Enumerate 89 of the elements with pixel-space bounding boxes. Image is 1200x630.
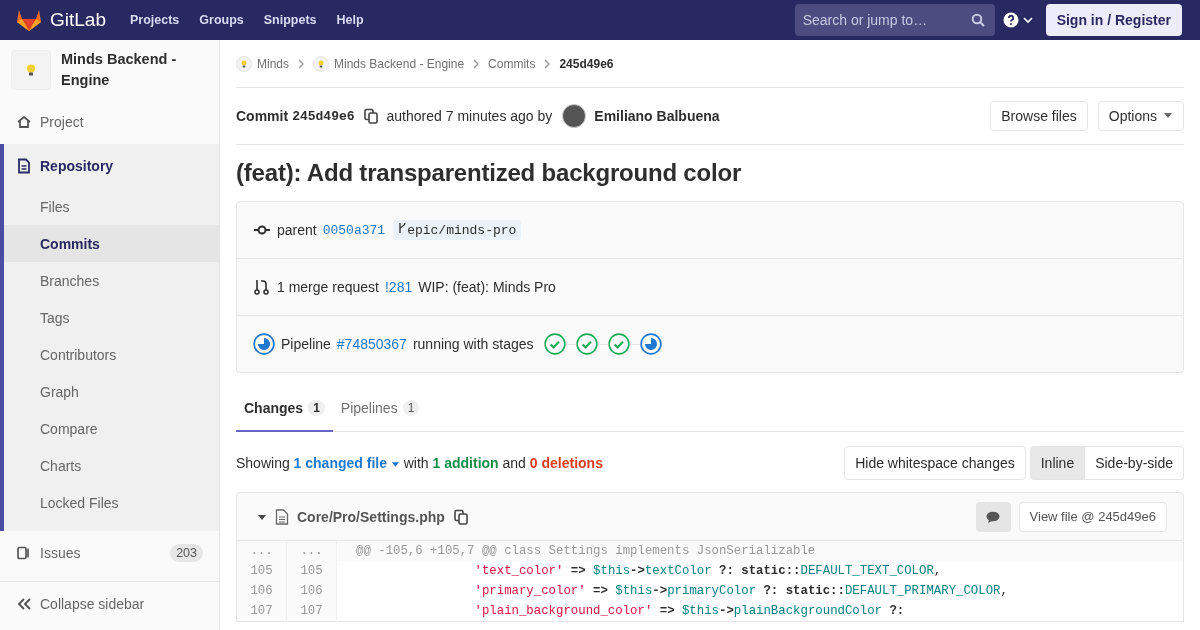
tab[interactable]: Changes 1 <box>236 386 333 432</box>
author-name[interactable]: Emiliano Balbuena <box>594 108 720 124</box>
line-number: 106 <box>236 581 287 601</box>
code-line: 'primary_color' => $this->primaryColor ?: static::DEFAULT_PRIMARY_COLOR, <box>336 581 1184 601</box>
pipeline-label: Pipeline <box>281 336 331 352</box>
caret-down-icon <box>1163 113 1173 119</box>
commit-sha: 245d49e6 <box>292 108 355 124</box>
nav-link[interactable]: Snippets <box>263 13 317 27</box>
sidebar-subitem[interactable]: Contributors <box>4 336 219 373</box>
sidebar-item[interactable]: Issues 203 <box>0 531 219 575</box>
chevron-down-icon[interactable] <box>1022 16 1033 24</box>
code-line: 'text_color' => $this->textColor ?: static::DEFAULT_TEXT_COLOR, <box>336 561 1184 581</box>
parent-label: parent <box>277 222 317 238</box>
sidebar-subitem[interactable]: Files <box>4 188 219 225</box>
diff-summary: Showing 1 changed file with 1 addition and 0 deletions <box>236 455 603 471</box>
sidebar-item[interactable]: Repository <box>4 144 219 188</box>
file-icon <box>275 508 289 525</box>
double-chevron-left-icon <box>16 596 32 612</box>
search-field[interactable]: Search or jump to… <box>794 4 995 36</box>
view-file-button[interactable]: View file @ 245d49e6 <box>1018 501 1167 532</box>
line-number: 105 <box>286 561 337 581</box>
line-number: 106 <box>286 581 337 601</box>
pipeline-status-pie-icon[interactable] <box>253 333 275 355</box>
copy-icon[interactable] <box>362 108 379 124</box>
branch-icon <box>398 222 408 234</box>
sidebar-subitem[interactable]: Commits <box>4 225 219 262</box>
nav-link[interactable]: Help <box>336 13 364 27</box>
browse-files-button[interactable]: Browse files <box>990 101 1088 131</box>
project-name[interactable]: Minds Backend - Engine <box>61 49 209 91</box>
sidebar-subitem[interactable]: Compare <box>4 410 219 447</box>
stage-status-check-icon[interactable] <box>575 333 598 355</box>
speech-bubble-icon <box>986 510 1001 523</box>
line-number: ... <box>286 541 337 561</box>
commit-label: Commit <box>236 108 289 124</box>
parent-sha-link[interactable]: 0050a371 <box>322 222 386 238</box>
sidebar-subitem[interactable]: Branches <box>4 262 219 299</box>
chevron-right-icon <box>297 58 305 69</box>
branch-ref[interactable]: epic/minds-pro <box>393 220 522 240</box>
sidebar-subitem[interactable]: Charts <box>4 447 219 484</box>
caret-down-icon <box>390 462 400 468</box>
comments-button[interactable] <box>975 501 1011 532</box>
breadcrumb-current: 245d49e6 <box>559 56 614 71</box>
view-mode-button[interactable]: Side-by-side <box>1085 446 1184 480</box>
tab-count: 1 <box>308 400 325 416</box>
breadcrumb-link[interactable]: Minds <box>236 55 289 72</box>
chevron-right-icon <box>543 58 552 69</box>
authored-text: authored 7 minutes ago by <box>386 108 553 124</box>
breadcrumb-link[interactable]: Minds Backend - Engine <box>313 55 465 72</box>
pipeline-status-text: running with stages <box>412 336 534 352</box>
options-button[interactable]: Options <box>1097 101 1184 131</box>
hide-whitespace-button[interactable]: Hide whitespace changes <box>844 446 1026 480</box>
line-number: 107 <box>286 601 337 622</box>
file-path[interactable]: Core/Pro/Settings.php <box>297 508 445 525</box>
pipeline-link[interactable]: #74850367 <box>336 336 407 352</box>
changed-files-link[interactable]: 1 changed file <box>293 455 400 471</box>
code-line: 'plain_background_color' => $this->plainBackgroundColor ?: <box>336 601 1184 622</box>
tab-count: 1 <box>402 400 420 416</box>
line-number: 107 <box>236 601 287 622</box>
fox-logo-icon[interactable] <box>16 8 42 32</box>
sidebar-subitem[interactable]: Tags <box>4 299 219 336</box>
stage-status-pie-icon[interactable] <box>639 333 662 355</box>
home-icon <box>16 114 32 130</box>
stage-status-check-icon[interactable] <box>543 333 566 355</box>
nav-link[interactable]: Groups <box>199 13 244 27</box>
line-number: ... <box>236 541 287 561</box>
merge-request-count: 1 merge request <box>277 279 379 295</box>
collapse-sidebar-button[interactable]: Collapse sidebar <box>0 582 219 626</box>
merge-request-icon <box>253 278 271 296</box>
author-avatar <box>562 104 587 128</box>
sign-in-button[interactable]: Sign in / Register <box>1045 4 1182 36</box>
sidebar-subitem[interactable]: Locked Files <box>4 484 219 521</box>
sidebar-subitem[interactable]: Graph <box>4 373 219 410</box>
stage-status-check-icon[interactable] <box>607 333 630 355</box>
nav-link[interactable]: Projects <box>130 13 180 27</box>
sidebar-item[interactable]: Project <box>0 100 219 144</box>
commit-title: (feat): Add transparentized background color <box>236 159 743 187</box>
line-number: 105 <box>236 561 287 581</box>
breadcrumb-link[interactable]: Commits <box>488 56 536 71</box>
copy-icon[interactable] <box>452 508 469 525</box>
tab[interactable]: Pipelines 1 <box>332 386 428 432</box>
issues-icon <box>16 545 32 561</box>
help-icon[interactable] <box>1002 12 1019 28</box>
merge-request-title: WIP: (feat): Minds Pro <box>418 279 556 295</box>
merge-request-link[interactable]: !281 <box>384 279 413 295</box>
issue-count: 203 <box>170 544 203 562</box>
document-icon <box>16 158 32 174</box>
chevron-right-icon <box>472 58 481 69</box>
logo-text[interactable]: GitLab <box>50 9 106 31</box>
view-mode-button[interactable]: Inline <box>1029 446 1086 480</box>
